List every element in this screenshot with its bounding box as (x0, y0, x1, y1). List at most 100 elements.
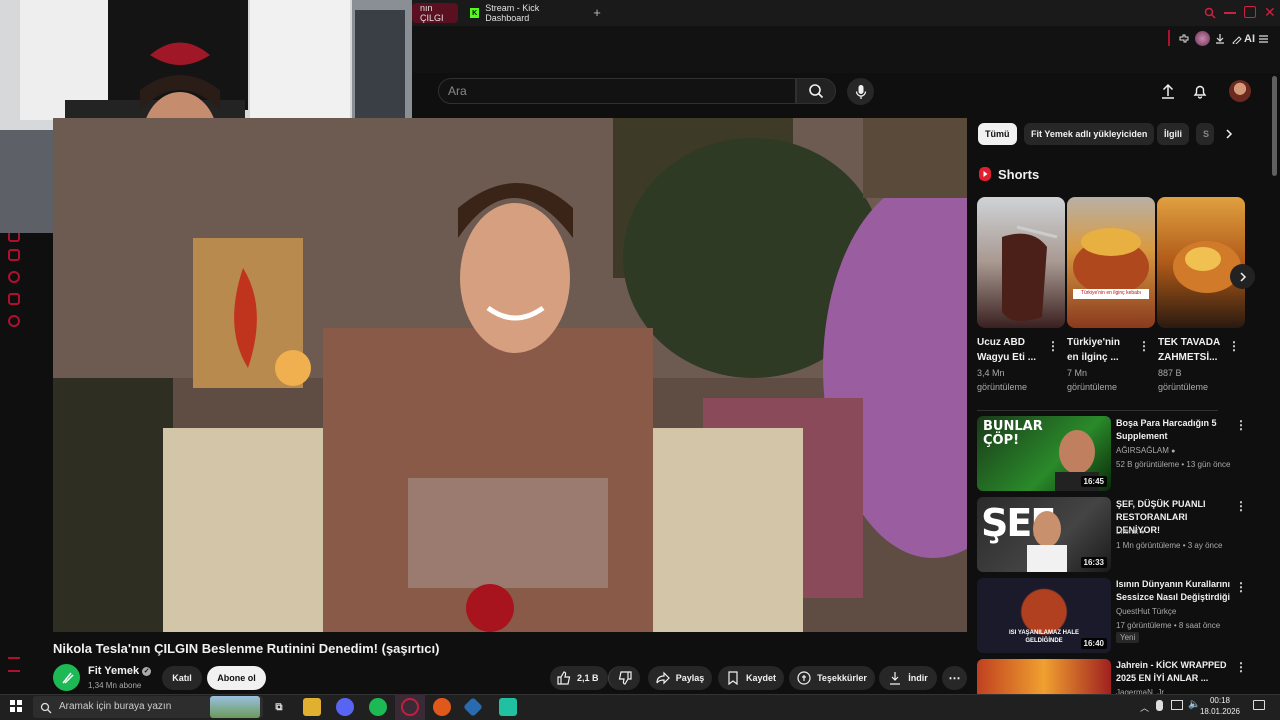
search-input[interactable] (448, 82, 788, 100)
download-button[interactable]: İndir (879, 666, 937, 690)
tab-youtube[interactable]: nın ÇILGI (412, 3, 458, 23)
spotify-icon[interactable] (369, 698, 387, 716)
short-title-1[interactable]: Ucuz ABD Wagyu Eti ... (977, 335, 1045, 365)
video-1-menu-icon[interactable]: ⋮ (1235, 418, 1247, 432)
maximize-button[interactable] (1244, 6, 1256, 18)
menu-icon[interactable] (1258, 33, 1269, 45)
short-1-menu-icon[interactable]: ⋮ (1047, 339, 1059, 353)
tab-kick-dashboard[interactable]: K Stream - Kick Dashboard (462, 3, 586, 23)
channel-name[interactable]: Fit Yemek ✓ (88, 665, 152, 677)
opera-gx-icon[interactable] (401, 698, 419, 716)
shorts-next-button[interactable] (1230, 264, 1255, 289)
video-thumbnail-2[interactable]: ŞEF 16:33 (977, 497, 1111, 572)
page-scrollbar[interactable] (1272, 76, 1277, 176)
clock-time[interactable]: 00:18 (1205, 696, 1235, 705)
video-thumbnail-4[interactable] (977, 659, 1111, 694)
short-views-3-line2: görüntüleme (1158, 382, 1209, 392)
short-thumbnail-3[interactable] (1157, 197, 1245, 328)
short-image-1 (1002, 225, 1058, 321)
tray-overflow-icon[interactable]: ︿ (1140, 701, 1149, 714)
sidebar-history-icon[interactable] (8, 271, 20, 283)
share-button[interactable]: Paylaş (648, 666, 712, 690)
short-2-menu-icon[interactable]: ⋮ (1138, 339, 1150, 353)
notifications-button[interactable] (1191, 82, 1209, 100)
notification-center-icon[interactable] (1253, 700, 1265, 710)
short-title-2[interactable]: Türkiye'nin en ilginç ... (1067, 335, 1135, 365)
video-channel-1[interactable]: AĞIRSAĞLAM ● (1116, 446, 1175, 455)
chip-more[interactable]: S (1196, 123, 1214, 145)
like-count: 2,1 B (577, 673, 599, 683)
thanks-button[interactable]: Teşekkürler (789, 666, 875, 690)
shorts-logo-icon (978, 166, 992, 182)
discord-icon[interactable] (336, 698, 354, 716)
channel-avatar[interactable] (53, 664, 80, 691)
file-explorer-icon[interactable] (303, 698, 321, 716)
short-views-1-line2: görüntüleme (977, 382, 1028, 392)
sidebar-settings-icon[interactable] (8, 315, 20, 327)
video-title-4[interactable]: Jahrein - KİCK WRAPPED 2025 EN İYİ ANLAR… (1116, 659, 1232, 685)
save-label: Kaydet (745, 673, 776, 683)
taskbar-search-icon (40, 701, 52, 719)
chips-next-button[interactable] (1222, 127, 1236, 141)
sidebar-shorts-icon[interactable] (8, 249, 20, 261)
search-button[interactable] (796, 78, 836, 104)
share-label: Paylaş (675, 673, 705, 683)
ai-button[interactable]: AI (1232, 33, 1255, 45)
app-icon-teal[interactable] (499, 698, 517, 716)
minimize-button[interactable] (1224, 12, 1236, 14)
join-button[interactable]: Katıl (162, 666, 202, 690)
profile-avatar[interactable] (1195, 31, 1210, 46)
close-button[interactable]: ✕ (1264, 5, 1276, 19)
subscribe-button[interactable]: Abone ol (207, 666, 266, 690)
account-avatar[interactable] (1229, 80, 1251, 102)
voice-search-button[interactable] (847, 78, 874, 105)
chip-related[interactable]: İlgili (1157, 123, 1189, 145)
video-thumbnail-1[interactable]: BUNLAR ÇÖP! 16:45 (977, 416, 1111, 491)
chip-all[interactable]: Tümü (978, 123, 1017, 145)
video-title-3[interactable]: Isının Dünyanın Kurallarını Sessizce Nas… (1116, 578, 1232, 604)
video-title-4-line1: Jahrein - KİCK WRAPPED (1116, 660, 1227, 670)
windows-start-button[interactable] (10, 700, 22, 712)
search-icon[interactable] (1204, 6, 1216, 19)
save-button[interactable]: Kaydet (718, 666, 784, 690)
subscriber-count: 1,34 Mn abone (88, 681, 142, 690)
short-views-2-line2: görüntüleme (1067, 382, 1118, 392)
video-meta-2: 1 Mn görüntüleme • 3 ay önce (1116, 541, 1223, 550)
network-icon[interactable] (1171, 700, 1183, 710)
video-thumbnail-3[interactable]: ISI YAŞANILAMAZ HALE GELDİĞİNDE 16:40 (977, 578, 1111, 653)
short-views-1-line1: 3,4 Mn (977, 368, 1005, 378)
new-tab-button[interactable]: + (590, 5, 604, 20)
short-views-2-line1: 7 Mn (1067, 368, 1088, 378)
video-channel-3[interactable]: QuestHut Türkçe (1116, 607, 1176, 616)
thumbs-down-icon (618, 671, 632, 685)
search-icon (809, 84, 824, 99)
video-2-menu-icon[interactable]: ⋮ (1235, 499, 1247, 513)
duration-2: 16:33 (1080, 557, 1107, 568)
download-icon[interactable] (1214, 33, 1226, 45)
video-3-menu-icon[interactable]: ⋮ (1235, 580, 1247, 594)
video-4-menu-icon[interactable]: ⋮ (1235, 660, 1247, 674)
sidebar-subscriptions-icon[interactable] (8, 293, 20, 305)
upload-button[interactable] (1159, 82, 1177, 100)
kick-logo-icon: K (470, 8, 480, 18)
verified-icon: ✓ (142, 666, 152, 676)
extensions-icon[interactable] (1178, 33, 1190, 45)
short-title-3[interactable]: TEK TAVADA ZAHMETSİ... (1158, 335, 1226, 365)
short-3-menu-icon[interactable]: ⋮ (1228, 339, 1240, 353)
video-title-1-line2: Supplement (1116, 431, 1168, 441)
task-view-icon[interactable]: ⧉ (270, 698, 288, 716)
dislike-button[interactable] (608, 666, 640, 690)
short-thumbnail-1[interactable] (977, 197, 1065, 328)
taskbar-search-placeholder: Aramak için buraya yazın (59, 701, 172, 712)
like-button[interactable]: 2,1 B (550, 666, 608, 690)
video-title-1[interactable]: Boşa Para Harcadığın 5 Supplement (1116, 417, 1232, 443)
video-player[interactable] (53, 118, 967, 632)
video-channel-2[interactable]: Literat ● (1116, 527, 1145, 536)
short-thumbnail-2[interactable]: Türkiye'nin en ilginç kebabı (1067, 197, 1155, 328)
chip-from-uploader[interactable]: Fit Yemek adlı yükleyiciden (1024, 123, 1155, 145)
more-actions-button[interactable]: ⋯ (942, 666, 967, 690)
sidebar-bottom-marker (8, 657, 20, 659)
app-icon-orange[interactable] (433, 698, 451, 716)
microphone-tray-icon[interactable] (1156, 700, 1163, 711)
clock-date[interactable]: 18.01.2026 (1198, 707, 1242, 716)
